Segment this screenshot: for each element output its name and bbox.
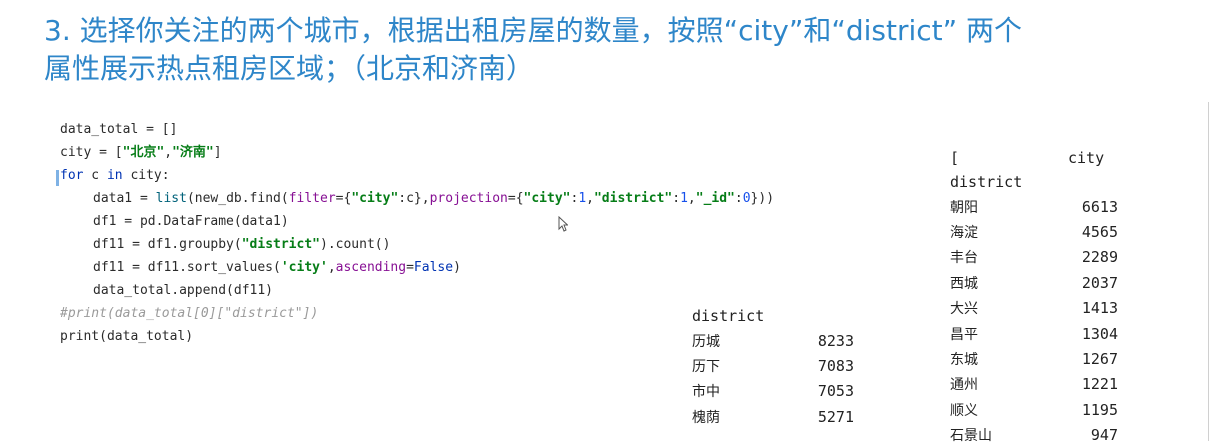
jinan-count-value: 8233 (817, 331, 854, 350)
code-line-6: df11 = df1.groupby("district").count() (93, 237, 391, 252)
jinan-row: 历下 7083 (692, 353, 862, 378)
beijing-district-name: 丰台 (950, 250, 978, 267)
beijing-row: 顺义 1195 (950, 397, 1130, 422)
beijing-count-value: 1221 (1081, 375, 1118, 394)
beijing-district-name: 通州 (950, 377, 978, 394)
heading-line-1: 3. 选择你关注的两个城市，根据出租房屋的数量，按照“city”和“distri… (44, 14, 1023, 47)
beijing-index-header: district (950, 173, 1023, 191)
beijing-row: 东城 1267 (950, 346, 1130, 371)
beijing-district-name: 昌平 (950, 326, 978, 343)
jinan-count-value: 7053 (817, 382, 854, 401)
code-line-2: city = ["北京","济南"] (60, 145, 222, 160)
slide-heading: 3. 选择你关注的两个城市，根据出租房屋的数量，按照“city”和“distri… (44, 12, 1214, 88)
code-line-3: for c in city: (60, 168, 170, 183)
code-line-7: df11 = df11.sort_values('city',ascending… (93, 260, 461, 275)
beijing-district-name: 海淀 (950, 225, 978, 242)
beijing-district-name: 顺义 (950, 402, 978, 419)
code-line-5: df1 = pd.DataFrame(data1) (93, 214, 289, 229)
beijing-count-value: 2037 (1081, 273, 1118, 292)
beijing-count-value: 1267 (1081, 350, 1118, 369)
beijing-count-value: 947 (1090, 426, 1118, 445)
gutter-marker (56, 170, 59, 186)
beijing-district-name: 大兴 (950, 301, 978, 318)
beijing-district-name: 西城 (950, 275, 978, 292)
slide-divider (1208, 102, 1209, 441)
beijing-row: 大兴 1413 (950, 296, 1130, 321)
beijing-row: 海淀 4565 (950, 219, 1130, 244)
beijing-count-value: 1413 (1081, 299, 1118, 318)
code-line-1: data_total = [] (60, 122, 178, 137)
beijing-row: 丰台 2289 (950, 245, 1130, 270)
output-beijing-table: [ city district 朝阳 6613 海淀 4565 丰台 2289 西城 2037… (950, 146, 1130, 448)
jinan-district-name: 历下 (692, 359, 720, 376)
beijing-district-name: 石景山 (950, 428, 992, 445)
jinan-row: 槐荫 5271 (692, 404, 862, 429)
beijing-row: 朝阳 6613 (950, 194, 1130, 219)
heading-line-2: 属性展示热点租房区域；（北京和济南） (44, 52, 535, 85)
mouse-cursor-icon (558, 216, 568, 232)
beijing-count-value: 1195 (1081, 400, 1118, 419)
beijing-row: 通州 1221 (950, 372, 1130, 397)
jinan-count-value: 5271 (817, 407, 854, 426)
beijing-row: 昌平 1304 (950, 321, 1130, 346)
beijing-row: 西城 2037 (950, 270, 1130, 295)
beijing-count-value: 2289 (1081, 248, 1118, 267)
output-jinan-table: district 历城 8233 历下 7083 市中 7053 槐荫 5271 (692, 304, 862, 430)
beijing-row: 石景山 947 (950, 423, 1130, 448)
beijing-header-row: [ city (950, 146, 1130, 170)
code-line-8: data_total.append(df11) (93, 283, 274, 298)
code-line-4: data1 = list(new_db.find(filter={"city":… (93, 191, 775, 206)
jinan-district-name: 槐荫 (692, 409, 720, 426)
jinan-index-header: district (692, 307, 765, 325)
beijing-district-name: 朝阳 (950, 199, 978, 216)
beijing-count-value: 1304 (1081, 324, 1118, 343)
jinan-row: 历城 8233 (692, 328, 862, 353)
beijing-count-value: 4565 (1081, 223, 1118, 242)
jinan-district-name: 历城 (692, 333, 720, 350)
jinan-count-value: 7083 (817, 357, 854, 376)
jinan-district-name: 市中 (692, 384, 720, 401)
beijing-district-name: 东城 (950, 352, 978, 369)
beijing-count-value: 6613 (1081, 197, 1118, 216)
jinan-row: 市中 7053 (692, 379, 862, 404)
list-open-bracket: [ (950, 149, 960, 167)
beijing-column-city: city (1068, 149, 1105, 167)
